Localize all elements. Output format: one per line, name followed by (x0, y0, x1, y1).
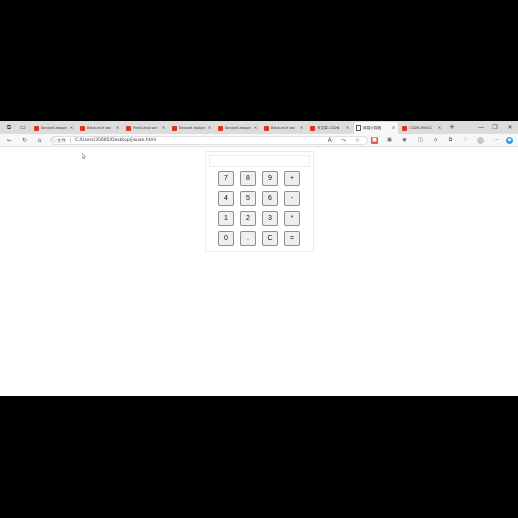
mouse-cursor-icon (82, 153, 86, 159)
address-scheme: 文件 (57, 138, 66, 144)
profile-avatar[interactable] (477, 137, 484, 144)
extension-red-icon[interactable]: ■ (371, 137, 378, 144)
csdn-favicon-icon (218, 125, 223, 131)
tab-title: 写文章-CSDN (317, 125, 340, 130)
extension-circle-icon[interactable]: ◉ (401, 137, 408, 144)
tab-close-icon[interactable]: × (299, 126, 304, 131)
tab-title: Back-end sec (87, 126, 111, 130)
tab-title: 简易计算器 (363, 125, 381, 130)
new-tab-button[interactable]: + (449, 121, 455, 134)
key-4-button[interactable]: 4 (218, 191, 234, 206)
tab-close-icon[interactable]: × (391, 126, 396, 131)
key-equals-button[interactable]: = (284, 231, 300, 246)
tab-title: Front-end sec (133, 126, 158, 130)
close-window-button[interactable]: ✕ (505, 121, 515, 134)
key-6-button[interactable]: 6 (262, 191, 278, 206)
tab-actions-icon[interactable]: ▭ (18, 121, 28, 134)
csdn-favicon-icon (80, 125, 85, 131)
csdn-favicon-icon (172, 125, 177, 131)
browser-tab[interactable]: Back-end sec × (262, 122, 306, 134)
browser-tab[interactable]: 简易计算器 × (354, 122, 398, 134)
tab-close-icon[interactable]: × (69, 126, 74, 131)
key-9-button[interactable]: 9 (262, 171, 278, 186)
extension-icon[interactable]: ▣ (386, 137, 393, 144)
address-bar[interactable]: ⓘ 文件 C:/Users/35685/Desktop/jisuan.html (50, 136, 368, 145)
key-8-button[interactable]: 8 (240, 171, 256, 186)
browser-tab[interactable]: Front-end sec × (124, 122, 168, 134)
key-decimal-button[interactable]: . (240, 231, 256, 246)
address-divider (70, 138, 71, 143)
tab-close-icon[interactable]: × (115, 126, 120, 131)
workspaces-icon[interactable]: ⧉ (4, 121, 14, 134)
tab-title: CSDN-MUSIC (409, 126, 433, 130)
key-minus-button[interactable]: - (284, 191, 300, 206)
csdn-favicon-icon (402, 125, 407, 131)
calculator-display[interactable] (209, 155, 310, 167)
browser-window: ⧉ ▭ Second assignment×Back-end sec×Front… (0, 121, 518, 396)
calculator: 7 8 9 +4 5 6- 1 2 3 * 0. C = (205, 151, 314, 252)
tab-close-icon[interactable]: × (437, 126, 442, 131)
key-3-button[interactable]: 3 (262, 211, 278, 226)
copilot-icon[interactable]: ◆ (506, 137, 513, 144)
tab-close-icon[interactable]: × (345, 126, 350, 131)
browser-tab[interactable]: 写文章-CSDN × (308, 122, 352, 134)
csdn-favicon-icon (264, 125, 269, 131)
tab-title: Back-end sec (271, 126, 295, 130)
tab-title: Second assignment (225, 126, 251, 130)
key-clear-button[interactable]: C (262, 231, 278, 246)
key-multiply-button[interactable]: * (284, 211, 300, 226)
tab-close-icon[interactable]: × (207, 126, 212, 131)
favorite-star-icon[interactable]: ☆ (353, 134, 362, 147)
key-5-button[interactable]: 5 (240, 191, 256, 206)
home-icon[interactable]: ⌂ (35, 134, 44, 147)
browser-tab[interactable]: Back-end sec × (78, 122, 122, 134)
csdn-favicon-icon (310, 125, 315, 131)
browser-tab[interactable]: CSDN-MUSIC × (400, 122, 444, 134)
browser-tab[interactable]: Second assignment× (170, 122, 214, 134)
back-icon[interactable]: ← (5, 134, 14, 147)
tab-close-icon[interactable]: × (161, 126, 166, 131)
favorites-icon[interactable]: ✰ (432, 137, 439, 144)
page-content: 7 8 9 +4 5 6- 1 2 3 * 0. C = (0, 147, 518, 396)
key-7-button[interactable]: 7 (218, 171, 234, 186)
split-screen-icon[interactable]: ◫ (417, 137, 424, 144)
tab-bar: ⧉ ▭ Second assignment×Back-end sec×Front… (0, 121, 518, 134)
tab-title: Second assignment (41, 126, 67, 130)
tab-close-icon[interactable]: × (253, 126, 258, 131)
browser-toolbar: ← ↻ ⌂ ⓘ 文件 C:/Users/35685/Desktop/jisuan… (0, 134, 518, 147)
key-0-button[interactable]: 0 (218, 231, 234, 246)
translate-icon[interactable]: ⤳ (339, 134, 348, 147)
performance-icon[interactable]: ♡ (462, 137, 469, 144)
page-icon (356, 125, 361, 131)
read-aloud-icon[interactable]: Aᐧ (326, 134, 335, 147)
key-plus-button[interactable]: + (284, 171, 300, 186)
browser-tab[interactable]: Second assignment× (32, 122, 76, 134)
key-2-button[interactable]: 2 (240, 211, 256, 226)
restore-button[interactable]: ❐ (490, 121, 500, 134)
csdn-favicon-icon (126, 125, 131, 131)
address-url: C:/Users/35685/Desktop/jisuan.html (75, 138, 157, 143)
refresh-icon[interactable]: ↻ (20, 134, 29, 147)
more-options-icon[interactable]: ⋯ (493, 137, 500, 144)
key-1-button[interactable]: 1 (218, 211, 234, 226)
csdn-favicon-icon (34, 125, 39, 131)
tab-title: Second assignment (179, 126, 205, 130)
browser-tab[interactable]: Second assignment× (216, 122, 260, 134)
minimize-button[interactable]: — (476, 121, 486, 134)
collections-icon[interactable]: ⧉ (447, 137, 454, 144)
